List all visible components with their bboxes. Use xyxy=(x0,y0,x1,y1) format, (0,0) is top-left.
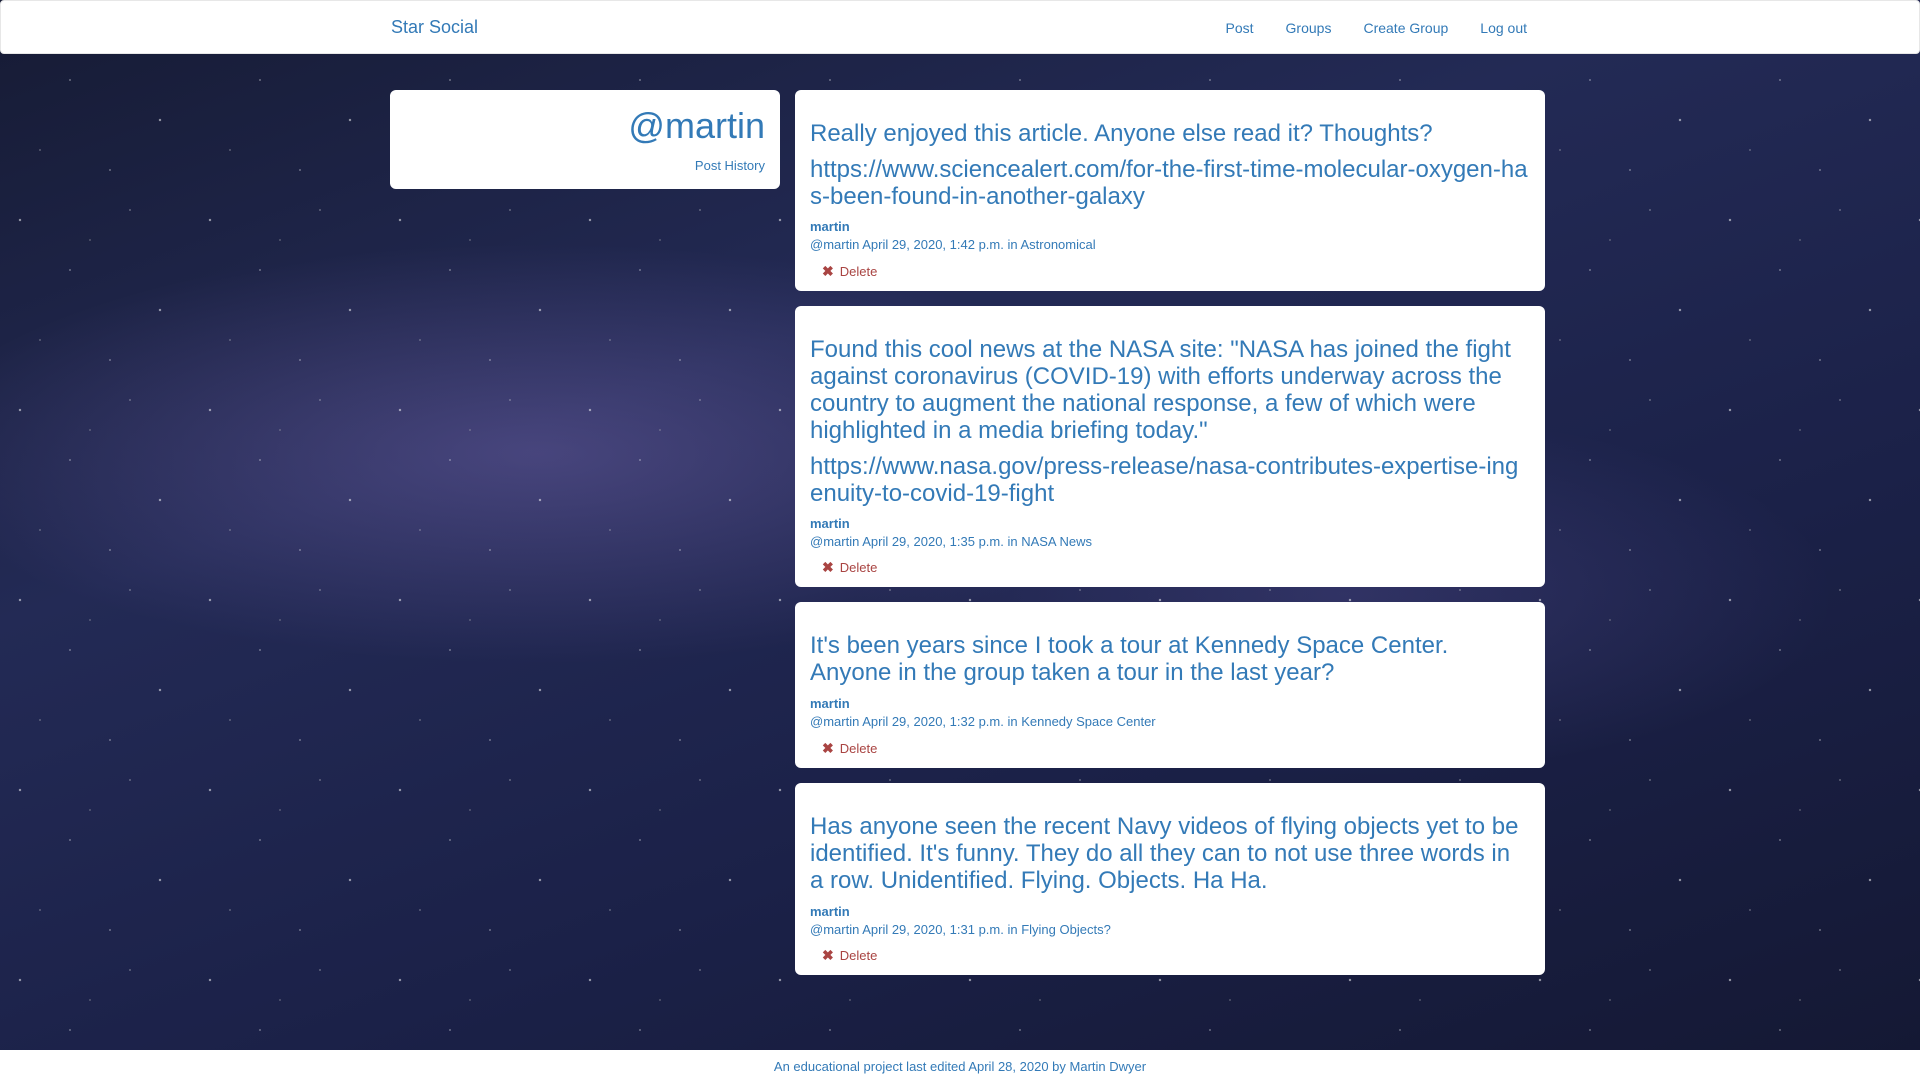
nav-post-link[interactable]: Post xyxy=(1226,20,1254,36)
post-card: Found this cool news at the NASA site: "… xyxy=(795,305,1545,587)
delete-x-icon: ✖ xyxy=(822,262,834,279)
post-list: Really enjoyed this article. Anyone else… xyxy=(795,90,1545,990)
post-author-link[interactable]: martin xyxy=(810,515,1530,533)
delete-label: Delete xyxy=(839,263,878,279)
post-meta: @martin April 29, 2020, 1:31 p.m. in Fly… xyxy=(810,921,1530,939)
nav-logout-link[interactable]: Log out xyxy=(1480,20,1527,36)
post-card: Really enjoyed this article. Anyone else… xyxy=(795,90,1545,291)
post-meta: @martin April 29, 2020, 1:35 p.m. in NAS… xyxy=(810,533,1530,551)
delete-button[interactable]: ✖ Delete xyxy=(822,739,877,757)
post-card: Has anyone seen the recent Navy videos o… xyxy=(795,782,1545,975)
post-meta-text: @martin April 29, 2020, 1:42 p.m. in xyxy=(810,237,1021,252)
delete-button[interactable]: ✖ Delete xyxy=(822,559,877,577)
nav-create-group-link[interactable]: Create Group xyxy=(1363,20,1448,36)
post-group-link[interactable]: Flying Objects? xyxy=(1021,922,1111,937)
post-history-link[interactable]: Post History xyxy=(695,158,765,173)
post-link[interactable]: https://www.sciencealert.com/for-the-fir… xyxy=(810,156,1530,210)
post-meta-text: @martin April 29, 2020, 1:35 p.m. in xyxy=(810,533,1022,549)
delete-x-icon: ✖ xyxy=(822,559,834,575)
page-footer: An educational project last edited April… xyxy=(0,1050,1920,1080)
post-group-link[interactable]: Kennedy Space Center xyxy=(1021,714,1155,729)
delete-x-icon: ✖ xyxy=(822,739,834,756)
post-card: It's been years since I took a tour at K… xyxy=(795,602,1545,768)
post-meta: @martin April 29, 2020, 1:32 p.m. in Ken… xyxy=(810,713,1530,731)
top-navbar: Star Social Post Groups Create Group Log… xyxy=(0,0,1920,54)
post-message: Found this cool news at the NASA site: "… xyxy=(810,335,1511,444)
nav-groups-link[interactable]: Groups xyxy=(1286,20,1332,36)
delete-button[interactable]: ✖ Delete xyxy=(822,262,877,280)
post-group-link[interactable]: NASA News xyxy=(1021,534,1092,549)
footer-text: An educational project last edited April… xyxy=(773,1059,1147,1074)
post-meta-text: @martin April 29, 2020, 1:32 p.m. in xyxy=(810,714,1022,729)
post-author-link[interactable]: martin xyxy=(810,695,1530,713)
delete-label: Delete xyxy=(839,740,878,756)
nav-links: Post Groups Create Group Log out xyxy=(1194,20,1527,36)
profile-panel: @martin Post History xyxy=(390,90,780,189)
post-message: It's been years since I took a tour at K… xyxy=(810,632,1449,686)
brand-link[interactable]: Star Social xyxy=(391,17,478,38)
post-group-link[interactable]: Astronomical xyxy=(1020,237,1095,252)
post-meta-text: @martin April 29, 2020, 1:31 p.m. in xyxy=(810,921,1022,937)
delete-label: Delete xyxy=(839,948,878,963)
post-author-link[interactable]: martin xyxy=(810,903,1530,921)
post-link[interactable]: https://www.nasa.gov/press-release/nasa-… xyxy=(810,453,1530,507)
post-meta: @martin April 29, 2020, 1:42 p.m. in Ast… xyxy=(810,236,1530,254)
delete-label: Delete xyxy=(839,560,878,575)
delete-button[interactable]: ✖ Delete xyxy=(822,947,877,965)
post-message: Has anyone seen the recent Navy videos o… xyxy=(810,812,1519,894)
post-author-link[interactable]: martin xyxy=(810,218,1530,236)
post-message: Really enjoyed this article. Anyone else… xyxy=(810,120,1433,147)
profile-handle: @martin xyxy=(628,105,765,146)
delete-x-icon: ✖ xyxy=(822,947,834,963)
